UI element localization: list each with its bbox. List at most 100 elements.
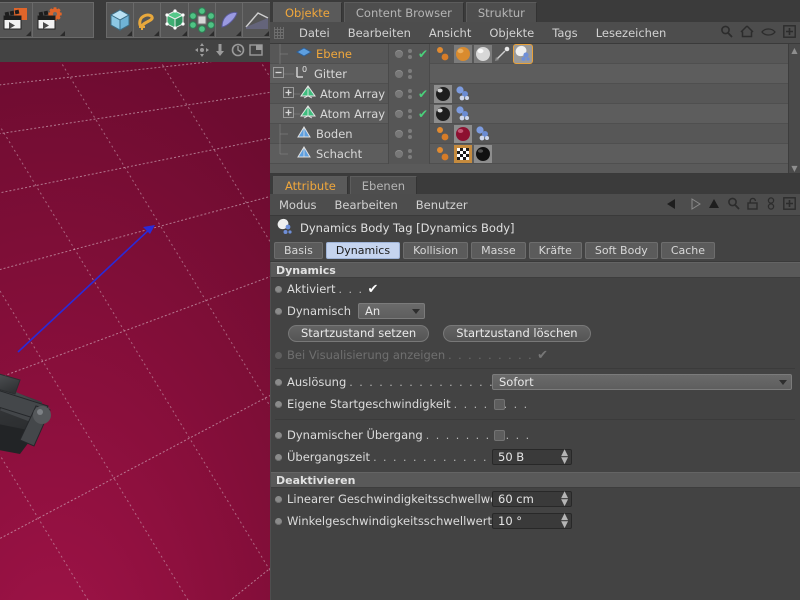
dynamics-body-tag[interactable] (454, 85, 472, 103)
enabled-check-icon[interactable]: ✔ (418, 88, 428, 100)
spinner-icon[interactable]: ▲ ▼ (561, 513, 568, 530)
checkbox-dynamischer-uebergang[interactable] (494, 429, 505, 441)
number-uebergangszeit[interactable]: 50 B ▲ ▼ (492, 449, 572, 466)
tag-cell[interactable] (430, 44, 800, 64)
table-row[interactable]: Schacht (270, 143, 800, 164)
plus-box-icon[interactable] (783, 197, 796, 213)
visibility-dot[interactable] (395, 49, 403, 58)
white-material-tag[interactable] (474, 44, 492, 63)
dolly-camera-icon[interactable] (213, 43, 227, 60)
menu-benutzer[interactable]: Benutzer (407, 194, 477, 216)
back-arrow-icon[interactable] (666, 198, 680, 213)
menu-lesezeichen[interactable]: Lesezeichen (587, 22, 676, 44)
dynamics-body-tag[interactable] (474, 125, 492, 143)
animate-dot[interactable] (275, 495, 282, 503)
panel-grip-icon[interactable] (274, 26, 284, 39)
forward-arrow-icon[interactable] (687, 197, 701, 213)
object-name-cell[interactable]: Atom Array (270, 104, 388, 124)
expander-plus-icon[interactable] (283, 106, 294, 121)
cube-primitive-icon[interactable] (107, 3, 135, 37)
expander-minus-icon[interactable] (273, 66, 284, 81)
spline-icon[interactable] (134, 3, 162, 37)
visibility-dot[interactable] (395, 129, 403, 138)
animate-dot[interactable] (275, 400, 282, 408)
scene-icon[interactable] (243, 3, 270, 37)
visibility-dot[interactable] (395, 109, 403, 118)
dark-material-tag[interactable] (434, 104, 452, 123)
menu-modus[interactable]: Modus (270, 194, 326, 216)
menu-ansicht[interactable]: Ansicht (420, 22, 480, 44)
object-manager-scrollbar[interactable]: ▲ ▼ (788, 44, 800, 173)
dynamics-particles-tag[interactable] (434, 45, 452, 63)
tab-ebenen[interactable]: Ebenen (349, 176, 418, 194)
tag-cell[interactable] (430, 84, 800, 104)
object-name-cell[interactable]: Boden (270, 123, 388, 144)
table-row[interactable]: Boden (270, 123, 800, 144)
spinner-icon[interactable]: ▲ ▼ (561, 449, 568, 466)
editor-render-dots[interactable] (408, 48, 412, 59)
orange-material-tag[interactable] (454, 44, 472, 63)
dark-material-tag[interactable] (434, 84, 452, 103)
object-name-cell[interactable]: Ebene (270, 44, 388, 64)
menu-bearbeiten[interactable]: Bearbeiten (326, 194, 407, 216)
lock-icon[interactable] (747, 197, 759, 213)
object-visibility-dots[interactable]: ✔ (388, 83, 430, 104)
object-visibility-dots[interactable] (388, 123, 430, 144)
tag-cell[interactable] (430, 124, 800, 144)
viewport-perspective[interactable] (0, 62, 270, 600)
search-icon[interactable] (727, 197, 740, 213)
tab-masse[interactable]: Masse (471, 242, 526, 259)
checker-material-tag[interactable] (454, 144, 472, 163)
number-linearer-geschwindigkeitsschwellwert[interactable]: 60 cm ▲ ▼ (492, 491, 572, 508)
dynamics-body-tag[interactable] (454, 105, 472, 123)
enabled-check-icon[interactable]: ✔ (418, 48, 428, 60)
tab-basis[interactable]: Basis (274, 242, 323, 259)
tab-kraefte[interactable]: Kräfte (528, 242, 582, 259)
animate-dot[interactable] (275, 517, 282, 525)
object-name-cell[interactable]: Schacht (270, 143, 388, 164)
tag-cell[interactable] (430, 64, 800, 84)
tab-dynamics[interactable]: Dynamics (325, 242, 401, 259)
home-icon[interactable] (740, 25, 754, 41)
expander-plus-icon[interactable] (283, 86, 294, 101)
object-visibility-dots[interactable]: ✔ (388, 44, 430, 64)
number-winkelgeschwindigkeitsschwellwert[interactable]: 10 ° ▲ ▼ (492, 513, 572, 530)
menu-tags[interactable]: Tags (543, 22, 586, 44)
black-material-tag[interactable] (474, 144, 492, 163)
object-manager-tree[interactable]: Ebene ✔ 0 Gitter Atom Array ✔ Atom Array… (270, 44, 800, 174)
tag-cell[interactable] (430, 144, 800, 164)
maximize-viewport-icon[interactable] (249, 43, 263, 60)
object-visibility-dots[interactable]: ✔ (388, 103, 430, 124)
animate-dot[interactable] (275, 307, 282, 315)
tab-attribute[interactable]: Attribute (273, 176, 348, 194)
checkbox-eigene-startgeschwindigkeit[interactable] (494, 398, 505, 410)
menu-bearbeiten[interactable]: Bearbeiten (339, 22, 420, 44)
object-name-cell[interactable]: 0 Gitter (270, 64, 388, 84)
startzustand-loeschen-button[interactable]: Startzustand löschen (443, 324, 591, 342)
dropdown-ausloesung[interactable]: Sofort (492, 374, 792, 390)
object-name-cell[interactable]: Atom Array (270, 84, 388, 104)
visibility-dot[interactable] (395, 69, 403, 78)
dynamics-body-tag[interactable] (513, 44, 533, 64)
enabled-check-icon[interactable]: ✔ (418, 108, 428, 120)
dynamics-particles-tag[interactable] (434, 125, 452, 143)
menu-objekte[interactable]: Objekte (480, 22, 543, 44)
nurbs-icon[interactable] (216, 3, 244, 37)
editor-render-dots[interactable] (408, 68, 412, 79)
tab-content-browser[interactable]: Content Browser (343, 2, 464, 22)
visibility-dot[interactable] (395, 89, 403, 98)
table-row[interactable]: Atom Array ✔ (270, 83, 800, 104)
object-visibility-dots[interactable] (388, 63, 430, 84)
link-icon[interactable] (766, 197, 776, 213)
spinner-icon[interactable]: ▲ ▼ (561, 491, 568, 508)
tool-tag[interactable] (494, 45, 512, 63)
dynamics-particles-tag[interactable] (434, 145, 452, 163)
animate-dot[interactable] (275, 431, 282, 439)
dropdown-dynamisch[interactable]: An (358, 303, 425, 319)
animate-dot[interactable] (275, 285, 282, 293)
tab-soft-body[interactable]: Soft Body (584, 242, 658, 259)
startzustand-setzen-button[interactable]: Startzustand setzen (288, 324, 430, 342)
table-row[interactable]: Atom Array ✔ (270, 103, 800, 124)
editor-render-dots[interactable] (408, 148, 412, 159)
render-settings-icon[interactable] (33, 3, 66, 37)
